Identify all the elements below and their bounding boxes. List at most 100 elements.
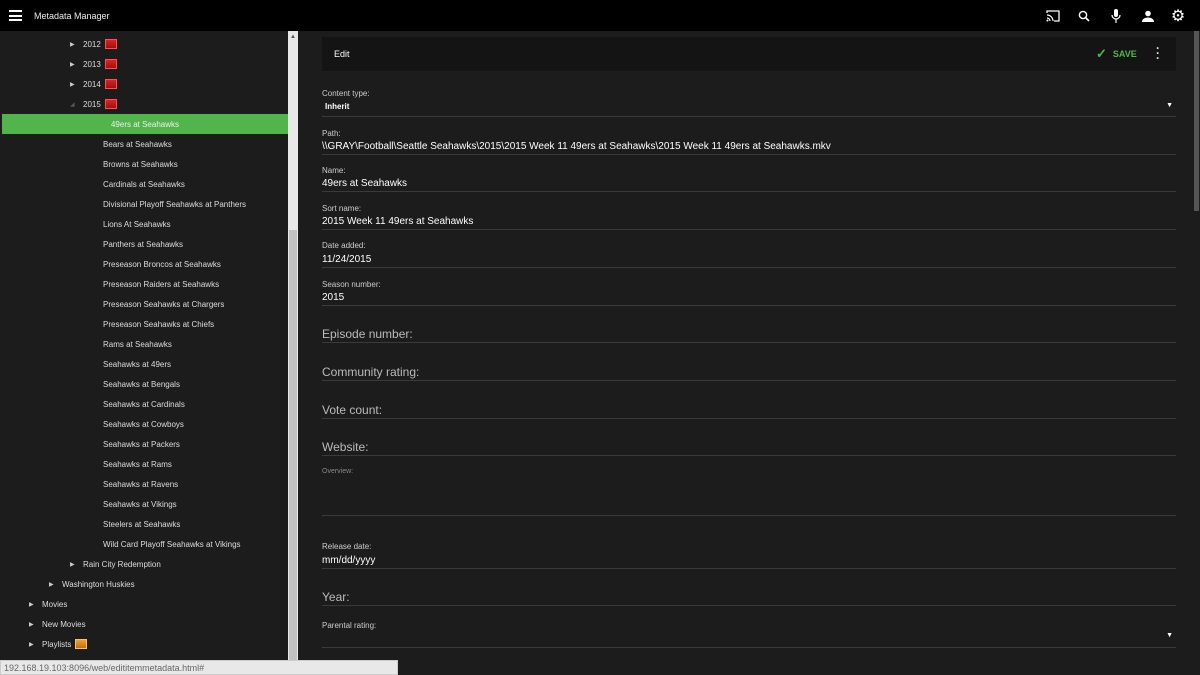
date-added-label: Date added: [322, 241, 366, 250]
tree-item-episode[interactable]: Seahawks at Cardinals [103, 395, 185, 413]
tree-item-episode[interactable]: Seahawks at 49ers [103, 355, 171, 373]
tree-item-label: Seahawks at Ravens [103, 479, 179, 489]
expand-arrow-icon[interactable]: ▶ [29, 641, 34, 648]
tree-item-label: Cardinals at Seahawks [103, 179, 185, 189]
tree-item-episode[interactable]: Seahawks at Rams [103, 455, 172, 473]
overview-textarea[interactable] [322, 478, 1176, 515]
tree-item-episode[interactable]: Divisional Playoff Seahawks at Panthers [103, 195, 246, 213]
sidebar-scrollbar-thumb[interactable] [289, 230, 297, 660]
tree-item-label: Playlists [42, 639, 72, 649]
tree-item-label: Preseason Seahawks at Chiefs [103, 319, 215, 329]
season-number-field[interactable]: 2015 [322, 292, 344, 303]
tree-item-episode[interactable]: Lions At Seahawks [103, 215, 171, 233]
tree-item-episode[interactable]: Panthers at Seahawks [103, 235, 183, 253]
tree-item-episode[interactable]: Preseason Broncos at Seahawks [103, 255, 221, 273]
tree-item-episode[interactable]: Browns at Seahawks [103, 155, 178, 173]
content-type-select[interactable]: Inherit ▼ [322, 102, 1176, 116]
divider [322, 418, 1176, 419]
edit-toolbar: Edit ✓ SAVE · · · [322, 37, 1176, 71]
app-header: Metadata Manager ⚙ [0, 0, 1200, 31]
tree-item-episode[interactable]: Seahawks at Vikings [103, 495, 177, 513]
tree-item-label: 2013 [83, 59, 101, 69]
microphone-icon[interactable] [1107, 7, 1125, 25]
tree-item-episode[interactable]: Seahawks at Cowboys [103, 415, 184, 433]
search-icon[interactable] [1075, 7, 1093, 25]
website-field[interactable]: Website: [322, 440, 368, 454]
scroll-up-arrow-icon[interactable]: ▲ [290, 34, 296, 40]
dropdown-arrow-icon: ▼ [1166, 632, 1173, 639]
overview-label: Overview: [322, 468, 354, 475]
save-button[interactable]: ✓ SAVE [1096, 46, 1137, 62]
tree-item-episode[interactable]: Seahawks at Ravens [103, 475, 178, 493]
tree-item-episode[interactable]: Seahawks at Bengals [103, 375, 180, 393]
tree-item-label: Seahawks at 49ers [103, 359, 172, 369]
tree-item-episode[interactable]: Preseason Raiders at Seahawks [103, 275, 219, 293]
divider [322, 515, 1176, 516]
content-type-label: Content type: [322, 89, 370, 98]
tree-item-new-movies[interactable]: ▶ New Movies [29, 615, 86, 633]
edit-title: Edit [334, 49, 350, 59]
expand-arrow-icon[interactable]: ▶ [49, 581, 54, 588]
tree-item-episode[interactable]: Wild Card Playoff Seahawks at Vikings [103, 535, 241, 553]
expand-arrow-icon[interactable]: ▶ [70, 41, 75, 48]
tree-item-selected[interactable]: 49ers at Seahawks [2, 114, 288, 134]
path-field[interactable]: \\GRAY\Football\Seattle Seahawks\2015\20… [322, 141, 831, 152]
page-scrollbar-thumb[interactable] [1194, 31, 1199, 211]
vote-count-field[interactable]: Vote count: [322, 403, 382, 417]
tree-item-year[interactable]: ▶ 2013 [70, 55, 117, 73]
tree-item-year[interactable]: ◢ 2015 [70, 95, 117, 113]
divider [322, 191, 1176, 192]
library-tree: ▶ 2012 ▶ 2013 ▶ 2014 ◢ 2015 49ers at Seahawks Bea… [0, 31, 288, 660]
tree-item-episode[interactable]: Preseason Seahawks at Chargers [103, 295, 224, 313]
divider [322, 647, 1176, 648]
menu-icon[interactable] [9, 10, 22, 21]
community-rating-field[interactable]: Community rating: [322, 365, 419, 379]
settings-gear-icon[interactable]: ⚙ [1169, 7, 1187, 25]
cast-icon[interactable] [1044, 7, 1062, 25]
tree-item-washington-huskies[interactable]: ▶ Washington Huskies [49, 575, 135, 593]
release-date-label: Release date: [322, 542, 372, 551]
tree-item-label: Seahawks at Cowboys [103, 419, 184, 429]
tree-item-episode[interactable]: Rams at Seahawks [103, 335, 172, 353]
folder-image-icon [104, 79, 117, 89]
sort-name-label: Sort name: [322, 204, 362, 213]
expand-arrow-icon[interactable]: ▶ [70, 561, 75, 568]
tree-item-year[interactable]: ▶ 2012 [70, 35, 117, 53]
tree-item-label: Seahawks at Packers [103, 439, 180, 449]
tree-item-movies[interactable]: ▶ Movies [29, 595, 68, 613]
name-field[interactable]: 49ers at Seahawks [322, 178, 407, 189]
release-date-field[interactable]: mm/dd/yyyy [322, 555, 375, 566]
sort-name-field[interactable]: 2015 Week 11 49ers at Seahawks [322, 216, 473, 227]
folder-image-icon [104, 59, 117, 69]
tree-item-label: Lions At Seahawks [103, 219, 171, 229]
expand-arrow-icon[interactable]: ▶ [70, 81, 75, 88]
divider [322, 380, 1176, 381]
tree-item-episode[interactable]: Bears at Seahawks [103, 135, 172, 153]
expand-arrow-icon[interactable]: ▶ [29, 621, 34, 628]
tree-item-episode[interactable]: Preseason Seahawks at Chiefs [103, 315, 214, 333]
episode-number-field[interactable]: Episode number: [322, 327, 413, 341]
tree-item-label: Wild Card Playoff Seahawks at Vikings [103, 539, 241, 549]
tree-item-episode[interactable]: Cardinals at Seahawks [103, 175, 185, 193]
collapse-arrow-icon[interactable]: ◢ [70, 101, 75, 108]
tree-item-label: Movies [42, 599, 68, 609]
tree-item-episode[interactable]: Steelers at Seahawks [103, 515, 180, 533]
user-icon[interactable] [1139, 7, 1157, 25]
tree-item-label: Rain City Redemption [83, 559, 161, 569]
expand-arrow-icon[interactable]: ▶ [29, 601, 34, 608]
divider [322, 116, 1176, 117]
tree-item-episode[interactable]: Seahawks at Packers [103, 435, 180, 453]
year-field[interactable]: Year: [322, 590, 350, 604]
tree-item-label: Preseason Broncos at Seahawks [103, 259, 221, 269]
tree-item-label: Washington Huskies [62, 579, 135, 589]
divider [322, 568, 1176, 569]
tree-item-year[interactable]: ▶ 2014 [70, 75, 117, 93]
date-added-field[interactable]: 11/24/2015 [322, 254, 371, 265]
tree-item-rain-city-redemption[interactable]: ▶ Rain City Redemption [70, 555, 161, 573]
tree-item-playlists[interactable]: ▶ Playlists [29, 635, 88, 653]
expand-arrow-icon[interactable]: ▶ [70, 61, 75, 68]
parental-rating-select[interactable]: ▼ [322, 632, 1176, 646]
divider [322, 455, 1176, 456]
more-options-icon[interactable]: · · · [1156, 42, 1160, 64]
folder-image-icon [104, 39, 117, 49]
